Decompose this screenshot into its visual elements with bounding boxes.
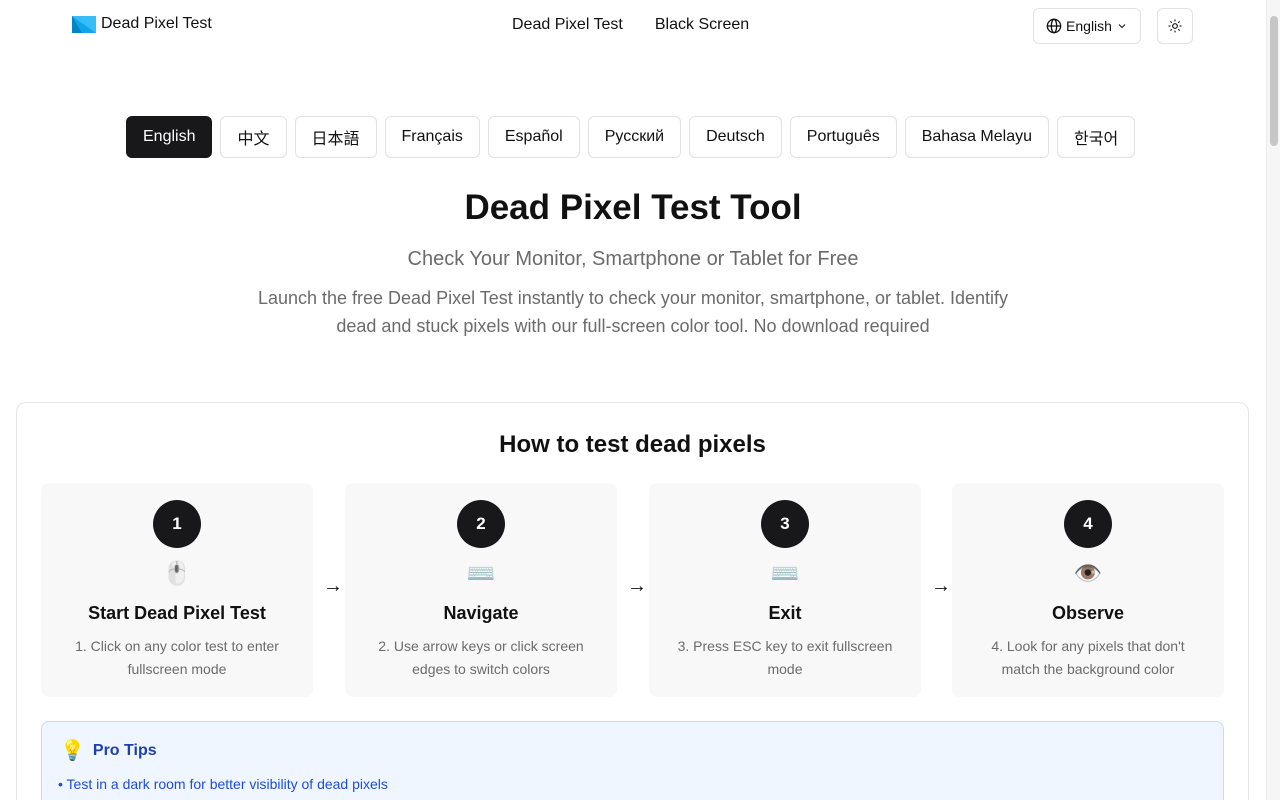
chevron-down-icon: [1118, 24, 1126, 29]
step-number-badge: 1: [153, 500, 201, 548]
lightbulb-icon: 💡: [60, 740, 85, 762]
lang-tab-portuguese[interactable]: Português: [789, 116, 897, 158]
step-number-badge: 2: [457, 500, 505, 548]
step-title: Navigate: [443, 603, 519, 623]
language-tabs: English 中文 日本語 Français Español Русский …: [126, 116, 1136, 158]
brand-link[interactable]: Dead Pixel Test: [72, 15, 212, 33]
lang-tab-malay[interactable]: Bahasa Melayu: [904, 116, 1050, 158]
step-description: 2. Use arrow keys or click screen edges …: [378, 638, 584, 677]
pro-tip-item: • Test in a dark room for better visibil…: [58, 776, 388, 792]
language-select[interactable]: English: [1033, 8, 1141, 44]
arrow-right-icon: →: [323, 575, 343, 597]
step-card-3: 3 ⌨️ Exit 3. Press ESC key to exit fulls…: [649, 483, 921, 697]
how-to-title: How to test dead pixels: [499, 431, 766, 458]
arrow-right-icon: →: [627, 575, 647, 597]
main-nav: Dead Pixel Test Black Screen: [512, 16, 749, 34]
lang-tab-french[interactable]: Français: [384, 116, 480, 158]
theme-toggle-button[interactable]: [1157, 8, 1193, 44]
eye-icon: 👁️: [1073, 560, 1103, 586]
monitor-logo-icon: [72, 15, 96, 33]
arrow-right-icon: →: [931, 575, 951, 597]
lang-tab-german[interactable]: Deutsch: [689, 116, 782, 158]
lang-tab-japanese[interactable]: 日本語: [294, 116, 377, 158]
step-number-badge: 4: [1064, 500, 1112, 548]
page-scrollbar[interactable]: [1266, 0, 1280, 800]
step-title: Exit: [768, 603, 802, 623]
lang-tab-russian[interactable]: Русский: [587, 116, 682, 158]
lang-tab-spanish[interactable]: Español: [487, 116, 580, 158]
step-card-4: 4 👁️ Observe 4. Look for any pixels that…: [952, 483, 1224, 697]
lang-tab-korean[interactable]: 한국어: [1057, 116, 1136, 158]
step-card-1: 1 🖱️ Start Dead Pixel Test 1. Click on a…: [41, 483, 313, 697]
step-title: Observe: [1051, 603, 1125, 623]
keyboard-icon: ⌨️: [466, 560, 496, 586]
pro-tips-box: 💡 Pro Tips • Test in a dark room for bet…: [41, 721, 1224, 800]
page-subtitle: Check Your Monitor, Smartphone or Tablet…: [407, 248, 859, 270]
page-description: Launch the free Dead Pixel Test instantl…: [257, 288, 1009, 336]
lang-tab-english[interactable]: English: [126, 116, 213, 158]
nav-black-screen[interactable]: Black Screen: [655, 16, 749, 34]
scrollbar-thumb[interactable]: [1270, 16, 1278, 146]
step-title: Start Dead Pixel Test: [88, 603, 266, 623]
step-description: 4. Look for any pixels that don't match …: [991, 638, 1185, 677]
site-header: Dead Pixel Test Dead Pixel Test Black Sc…: [0, 0, 1266, 52]
nav-dead-pixel-test[interactable]: Dead Pixel Test: [512, 16, 623, 34]
sun-icon: [1168, 19, 1182, 33]
step-card-2: 2 ⌨️ Navigate 2. Use arrow keys or click…: [345, 483, 617, 697]
page-title: Dead Pixel Test Tool: [464, 188, 802, 227]
step-description: 1. Click on any color test to enter full…: [75, 638, 279, 677]
step-description: 3. Press ESC key to exit fullscreen mode: [677, 638, 893, 677]
mouse-icon: 🖱️: [162, 560, 192, 586]
language-select-value: English: [1066, 18, 1112, 34]
keyboard-icon: ⌨️: [770, 560, 800, 586]
pro-tips-title: Pro Tips: [92, 742, 157, 759]
brand-name: Dead Pixel Test: [101, 15, 212, 32]
pro-tips-header: 💡 Pro Tips: [60, 740, 157, 762]
how-to-card: How to test dead pixels 1 🖱️ Start Dead …: [16, 402, 1249, 800]
step-number-badge: 3: [761, 500, 809, 548]
globe-icon: [1046, 18, 1062, 34]
lang-tab-chinese[interactable]: 中文: [220, 116, 287, 158]
